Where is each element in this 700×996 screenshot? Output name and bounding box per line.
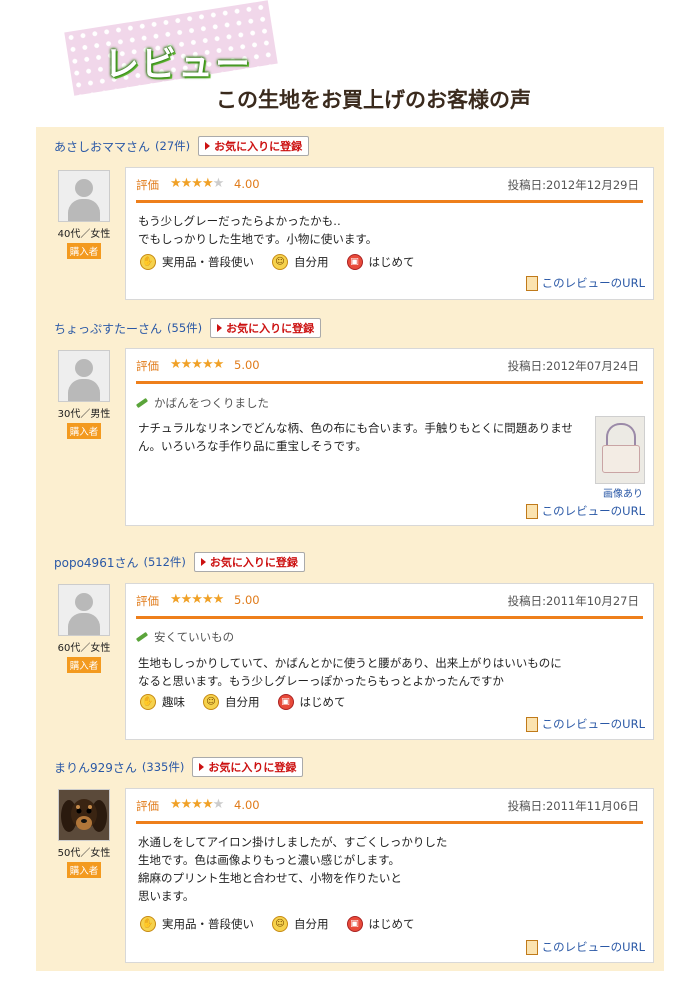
review-panel: あさしおママさん (27件) お気に入りに登録 40代／女性 購入者 評価 ★★…	[36, 127, 664, 971]
review-card: 評価 ★★★★★ 4.00 投稿日:2011年11月06日 水通しをしてアイロン…	[125, 788, 654, 963]
review-count[interactable]: (335件)	[142, 759, 184, 775]
rating-stars: ★★★★★	[170, 176, 224, 191]
review-photo[interactable]	[595, 416, 645, 484]
rating-label: 評価	[136, 359, 159, 373]
reviewer-name[interactable]: popo4961さん	[54, 554, 138, 571]
tag-recipient: 自分用	[294, 917, 329, 931]
review-title: 安くていいもの	[135, 629, 234, 645]
gift-icon: ▣	[277, 694, 294, 710]
play-triangle-icon	[200, 558, 206, 566]
review-title: かばんをつくりました	[135, 395, 269, 411]
review-card: 評価 ★★★★★ 5.00 投稿日:2011年10月27日 安くていいもの 生地…	[125, 583, 654, 740]
review-tags: ✋ 実用品・普段使い ☺ 自分用 ▣ はじめて	[140, 916, 433, 932]
play-triangle-icon	[217, 324, 223, 332]
reviewer-name[interactable]: まりん929さん	[54, 759, 137, 776]
review-count[interactable]: (512件)	[143, 554, 185, 570]
banner-title: レビュー	[104, 45, 253, 85]
review-tags: ✋ 実用品・普段使い ☺ 自分用 ▣ はじめて	[140, 254, 433, 270]
tag-frequency: はじめて	[368, 917, 415, 931]
reviewer-demographic: 40代／女性	[57, 229, 111, 240]
rating-stars: ★★★★★	[170, 797, 224, 812]
review-url-link[interactable]: このレビューのURL	[525, 716, 645, 732]
add-favorite-button[interactable]: お気に入りに登録	[192, 757, 304, 777]
avatar-dog-photo	[58, 789, 110, 841]
buyer-badge: 購入者	[66, 657, 102, 673]
photo-caption[interactable]: 画像あり	[603, 485, 643, 500]
document-icon	[525, 939, 538, 955]
reviewer-name[interactable]: ちょっぷすたーさん	[54, 320, 162, 337]
add-favorite-button[interactable]: お気に入りに登録	[193, 552, 305, 572]
rating-stars: ★★★★★	[170, 592, 224, 607]
buyer-badge: 購入者	[66, 243, 102, 259]
avatar	[58, 170, 110, 222]
pencil-icon	[135, 397, 149, 409]
review-body: 水通しをしてアイロン掛けしましたが、すごくしっかりした 生地です。色は画像よりも…	[138, 835, 448, 903]
review-card: 評価 ★★★★★ 5.00 投稿日:2012年07月24日 かばんをつくりました…	[125, 348, 654, 526]
rating-score: 5.00	[234, 358, 260, 372]
rating-label: 評価	[136, 178, 159, 192]
rating-label: 評価	[136, 799, 159, 813]
reviewer-name[interactable]: あさしおママさん	[54, 138, 150, 155]
tag-recipient: 自分用	[225, 695, 260, 709]
review-body: もう少しグレーだったらよかったかも‥ でもしっかりした生地です。小物に使います。	[138, 214, 378, 246]
rating-score: 4.00	[234, 177, 260, 191]
review-tags: ✋ 趣味 ☺ 自分用 ▣ はじめて	[140, 694, 364, 710]
person-icon: ☺	[203, 694, 219, 710]
document-icon	[525, 275, 538, 291]
review-body: 生地もしっかりしていて、かばんとかに使うと腰があり、出来上がりはいいものに なる…	[138, 656, 562, 688]
document-icon	[525, 716, 538, 732]
rating-score: 5.00	[234, 593, 260, 607]
add-favorite-button[interactable]: お気に入りに登録	[198, 136, 310, 156]
fav-button-label: お気に入りに登録	[226, 322, 315, 335]
add-favorite-button[interactable]: お気に入りに登録	[210, 318, 322, 338]
reviewer-demographic: 60代／女性	[57, 643, 111, 654]
fav-button-label: お気に入りに登録	[208, 761, 297, 774]
reviewer-demographic: 30代／男性	[57, 409, 111, 420]
fav-button-label: お気に入りに登録	[214, 140, 303, 153]
person-icon: ☺	[272, 916, 288, 932]
pencil-icon	[135, 631, 149, 643]
person-icon: ☺	[272, 254, 288, 270]
buyer-badge: 購入者	[66, 862, 102, 878]
gift-icon: ▣	[346, 254, 363, 270]
fav-button-label: お気に入りに登録	[209, 556, 298, 569]
banner-subtitle: この生地をお買上げのお客様の声	[216, 88, 531, 112]
review-url-link[interactable]: このレビューのURL	[525, 939, 645, 955]
tag-recipient: 自分用	[294, 255, 329, 269]
reviewer-demographic: 50代／女性	[57, 848, 111, 859]
posted-date: 投稿日:2011年11月06日	[507, 799, 639, 813]
hand-icon: ✋	[140, 254, 156, 270]
tag-frequency: はじめて	[299, 695, 346, 709]
tag-purpose: 実用品・普段使い	[162, 917, 254, 931]
review-body: ナチュラルなリネンでどんな柄、色の布にも合います。手触りもとくに問題ありませ ん…	[138, 421, 573, 453]
rating-stars: ★★★★★	[170, 357, 224, 372]
posted-date: 投稿日:2012年07月24日	[507, 359, 639, 373]
review-count[interactable]: (27件)	[155, 138, 190, 154]
review-url-link[interactable]: このレビューのURL	[525, 275, 645, 291]
rating-score: 4.00	[234, 798, 260, 812]
tag-frequency: はじめて	[368, 255, 415, 269]
review-count[interactable]: (55件)	[167, 320, 202, 336]
review-url-link[interactable]: このレビューのURL	[525, 503, 645, 519]
hand-icon: ✋	[140, 694, 156, 710]
gift-icon: ▣	[346, 916, 363, 932]
tag-purpose: 趣味	[162, 695, 185, 709]
tag-purpose: 実用品・普段使い	[162, 255, 254, 269]
rating-label: 評価	[136, 594, 159, 608]
review-card: 評価 ★★★★★ 4.00 投稿日:2012年12月29日 もう少しグレーだった…	[125, 167, 654, 300]
posted-date: 投稿日:2012年12月29日	[507, 178, 639, 192]
document-icon	[525, 503, 538, 519]
avatar	[58, 584, 110, 636]
play-triangle-icon	[205, 142, 211, 150]
buyer-badge: 購入者	[66, 423, 102, 439]
posted-date: 投稿日:2011年10月27日	[507, 594, 639, 608]
hand-icon: ✋	[140, 916, 156, 932]
play-triangle-icon	[199, 763, 205, 771]
avatar	[58, 350, 110, 402]
